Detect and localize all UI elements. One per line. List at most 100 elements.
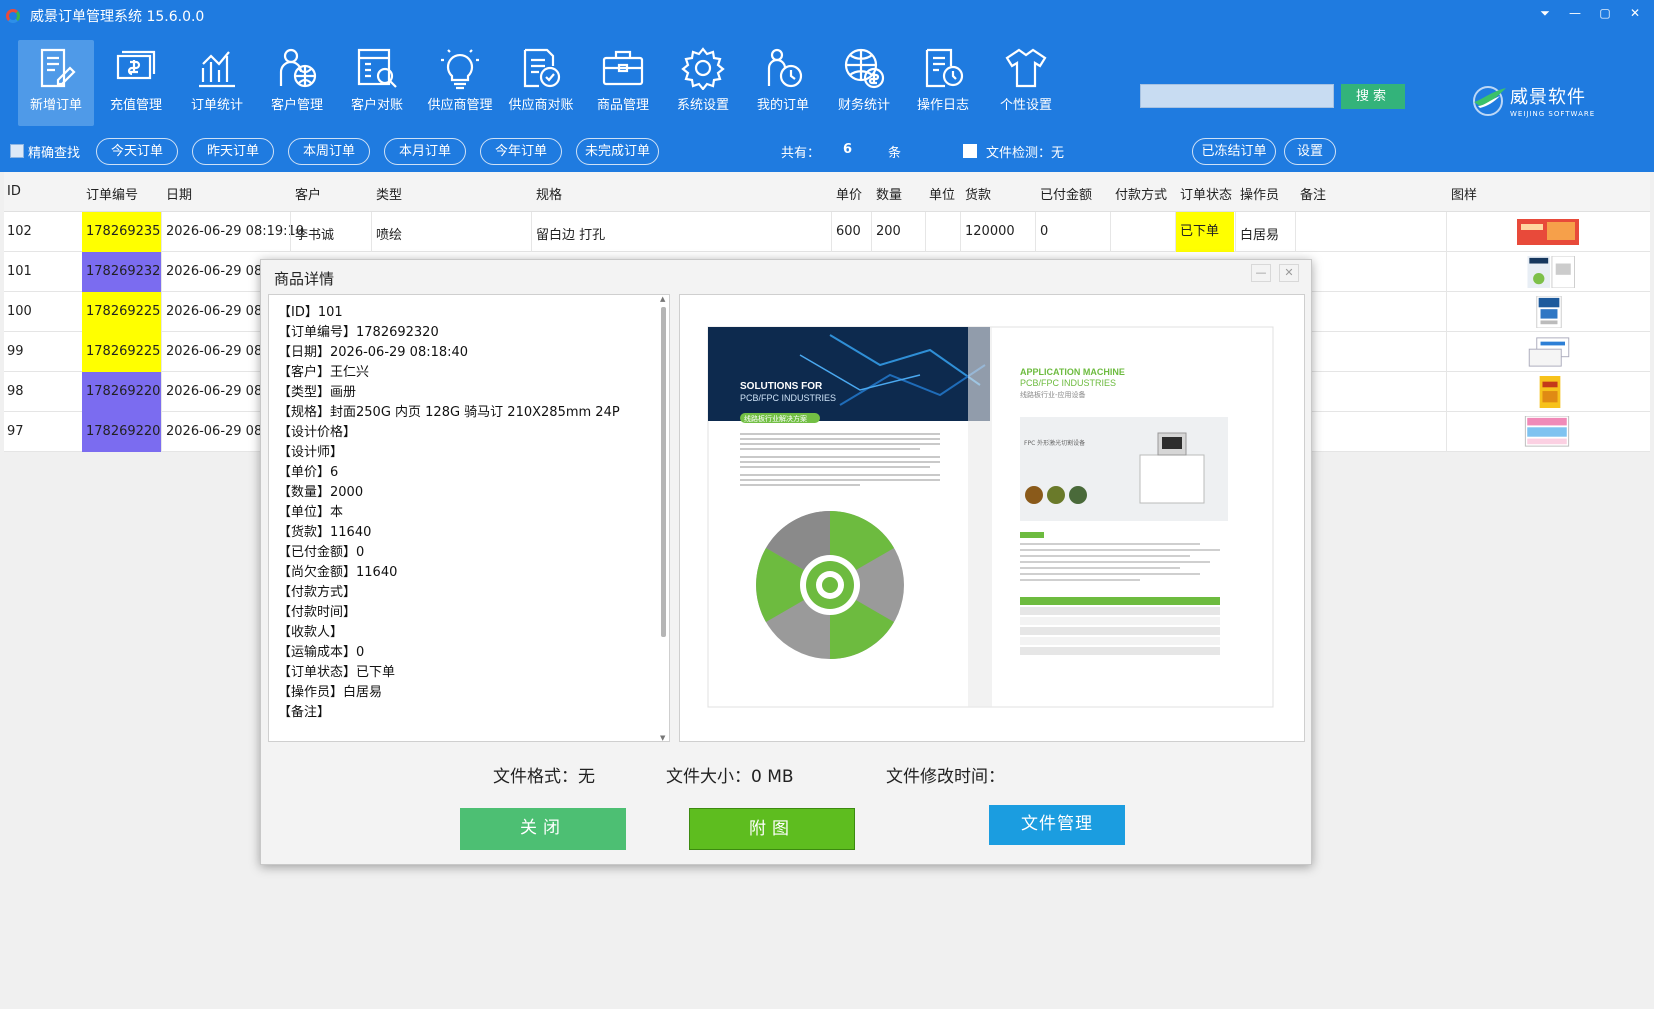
close-button[interactable]: 关闭: [460, 808, 626, 850]
frozen-orders-button[interactable]: 已冻结订单: [1192, 138, 1276, 165]
minimize-icon[interactable]: —: [1562, 2, 1588, 24]
unfinished-orders-button[interactable]: 未完成订单: [576, 138, 659, 165]
info-line: 【已付金额】0: [278, 545, 365, 560]
order-info-panel[interactable]: 【ID】101 【订单编号】1782692320 【日期】2026-06-29 08…: [268, 294, 670, 742]
yesterday-orders-button[interactable]: 昨天订单: [192, 138, 274, 165]
cell-customer: 李书诚: [295, 228, 335, 243]
recharge-icon: [116, 50, 156, 80]
dialog-close-icon[interactable]: ✕: [1279, 264, 1299, 282]
attach-image-button[interactable]: 附图: [689, 808, 855, 850]
maximize-icon[interactable]: ▢: [1592, 2, 1618, 24]
info-line: 【设计师】: [278, 445, 344, 460]
exact-search-checkbox[interactable]: [10, 144, 24, 158]
cell-order-no: 1782692350: [82, 212, 161, 252]
col-operator[interactable]: 操作员: [1240, 184, 1279, 203]
col-status[interactable]: 订单状态: [1180, 184, 1232, 203]
toolbar-my-order[interactable]: 我的订单: [745, 46, 821, 126]
toolbar-customer[interactable]: 客户管理: [259, 46, 335, 126]
table-row[interactable]: 102 1782692350 2026-06-29 08:19:10 李书诚 喷…: [4, 212, 1650, 252]
info-line: 【订单编号】1782692320: [278, 325, 439, 340]
preview-left-tag: 线路板行业解决方案: [744, 414, 807, 423]
file-format: 文件格式：无: [493, 767, 595, 787]
toolbar-supplier[interactable]: 供应商管理: [422, 46, 498, 126]
info-scrollbar[interactable]: ▲ ▼: [660, 295, 667, 742]
info-line: 【单价】6: [278, 465, 339, 480]
col-spec[interactable]: 规格: [536, 184, 562, 203]
file-check-checkbox[interactable]: [963, 144, 977, 158]
sample-thumbnail[interactable]: [1526, 256, 1576, 288]
total-unit: 条: [888, 146, 902, 161]
toolbar-label: 商品管理: [596, 98, 649, 113]
toolbar-settings[interactable]: 系统设置: [665, 46, 741, 126]
info-line: 【尚欠金额】11640: [278, 565, 398, 580]
month-orders-button[interactable]: 本月订单: [384, 138, 466, 165]
toolbar-log[interactable]: 操作日志: [905, 46, 981, 126]
toolbar-personal[interactable]: 个性设置: [988, 46, 1064, 126]
col-amount[interactable]: 货款: [965, 184, 991, 203]
preview-machine-caption: FPC 外形激光切割设备: [1024, 439, 1085, 447]
scroll-thumb[interactable]: [661, 307, 666, 637]
toolbar-new-order[interactable]: 新增订单: [18, 40, 94, 126]
settings-button[interactable]: 设置: [1284, 138, 1336, 165]
main-toolbar: 新增订单 充值管理 订单统计 客户管理 客户对账 供应商管理 供应商对账 商品管…: [0, 32, 1654, 130]
cell-spec: 留白边 打孔: [536, 228, 606, 243]
cell-type: 喷绘: [376, 228, 403, 243]
sample-thumbnail[interactable]: [1539, 376, 1561, 408]
col-sample[interactable]: 图样: [1451, 184, 1477, 203]
col-type[interactable]: 类型: [376, 184, 402, 203]
info-line: 【数量】2000: [278, 485, 364, 500]
week-orders-button[interactable]: 本周订单: [288, 138, 370, 165]
info-line: 【ID】101: [278, 305, 343, 320]
today-orders-button[interactable]: 今天订单: [96, 138, 178, 165]
info-line: 【货款】11640: [278, 525, 372, 540]
close-icon[interactable]: ✕: [1622, 2, 1648, 24]
search-input[interactable]: [1140, 84, 1334, 108]
toolbar-finance[interactable]: 财务统计: [826, 46, 902, 126]
col-price[interactable]: 单价: [836, 184, 862, 203]
sample-thumbnail[interactable]: [1536, 296, 1562, 328]
col-qty[interactable]: 数量: [876, 184, 902, 203]
year-orders-button[interactable]: 今年订单: [480, 138, 562, 165]
sample-thumbnail[interactable]: [1526, 336, 1572, 368]
info-line: 【类型】画册: [278, 385, 357, 400]
info-line: 【操作员】白居易: [278, 685, 383, 700]
col-unit[interactable]: 单位: [929, 184, 955, 203]
col-id[interactable]: ID: [7, 184, 21, 199]
cell-date: 2026-06-29 08:1: [166, 344, 275, 359]
finance-icon: [844, 48, 885, 89]
lightbulb-icon: [441, 49, 479, 90]
toolbar-label: 供应商对账: [508, 98, 574, 113]
col-pay-method[interactable]: 付款方式: [1115, 184, 1167, 203]
col-paid[interactable]: 已付金额: [1040, 184, 1092, 203]
search-button[interactable]: 搜索: [1341, 84, 1405, 109]
toolbar-stats[interactable]: 订单统计: [179, 46, 255, 126]
toolbar-product[interactable]: 商品管理: [585, 46, 661, 126]
file-management-button[interactable]: 文件管理: [989, 805, 1125, 845]
toolbar-supplier-reconcile[interactable]: 供应商对账: [503, 46, 579, 126]
preview-right-heading-2: PCB/FPC INDUSTRIES: [1020, 378, 1116, 388]
col-date[interactable]: 日期: [166, 184, 192, 203]
dialog-minimize-icon[interactable]: —: [1251, 264, 1271, 282]
table-header: ID 订单编号 日期 客户 类型 规格 单价 数量 单位 货款 已付金额 付款方…: [4, 172, 1650, 212]
statistics-icon: [199, 51, 235, 88]
brochure-preview-image: SOLUTIONS FOR PCB/FPC INDUSTRIES 线路板行业解决…: [707, 326, 1274, 708]
col-customer[interactable]: 客户: [295, 184, 321, 203]
sample-thumbnail[interactable]: [1517, 216, 1579, 248]
dropdown-menu-icon[interactable]: ⏷: [1532, 2, 1558, 24]
brand-logo: 威景软件 WEIJING SOFTWARE: [1470, 82, 1595, 118]
cell-operator: 白居易: [1240, 228, 1280, 243]
toolbar-recharge[interactable]: 充值管理: [98, 46, 174, 126]
sample-preview[interactable]: SOLUTIONS FOR PCB/FPC INDUSTRIES 线路板行业解决…: [679, 294, 1305, 742]
col-note[interactable]: 备注: [1300, 184, 1326, 203]
toolbar-label: 系统设置: [676, 98, 729, 113]
total-count: 6: [843, 142, 853, 157]
toolbar-reconcile[interactable]: 客户对账: [339, 46, 415, 126]
cell-id: 100: [7, 304, 32, 319]
sample-thumbnail[interactable]: [1524, 416, 1570, 448]
info-line: 【收款人】: [278, 625, 344, 640]
cell-id: 102: [7, 224, 32, 239]
cell-id: 97: [7, 424, 24, 439]
col-order-no[interactable]: 订单编号: [86, 184, 138, 203]
brand-name: 威景软件: [1510, 86, 1586, 108]
reconcile-icon: [357, 48, 397, 88]
